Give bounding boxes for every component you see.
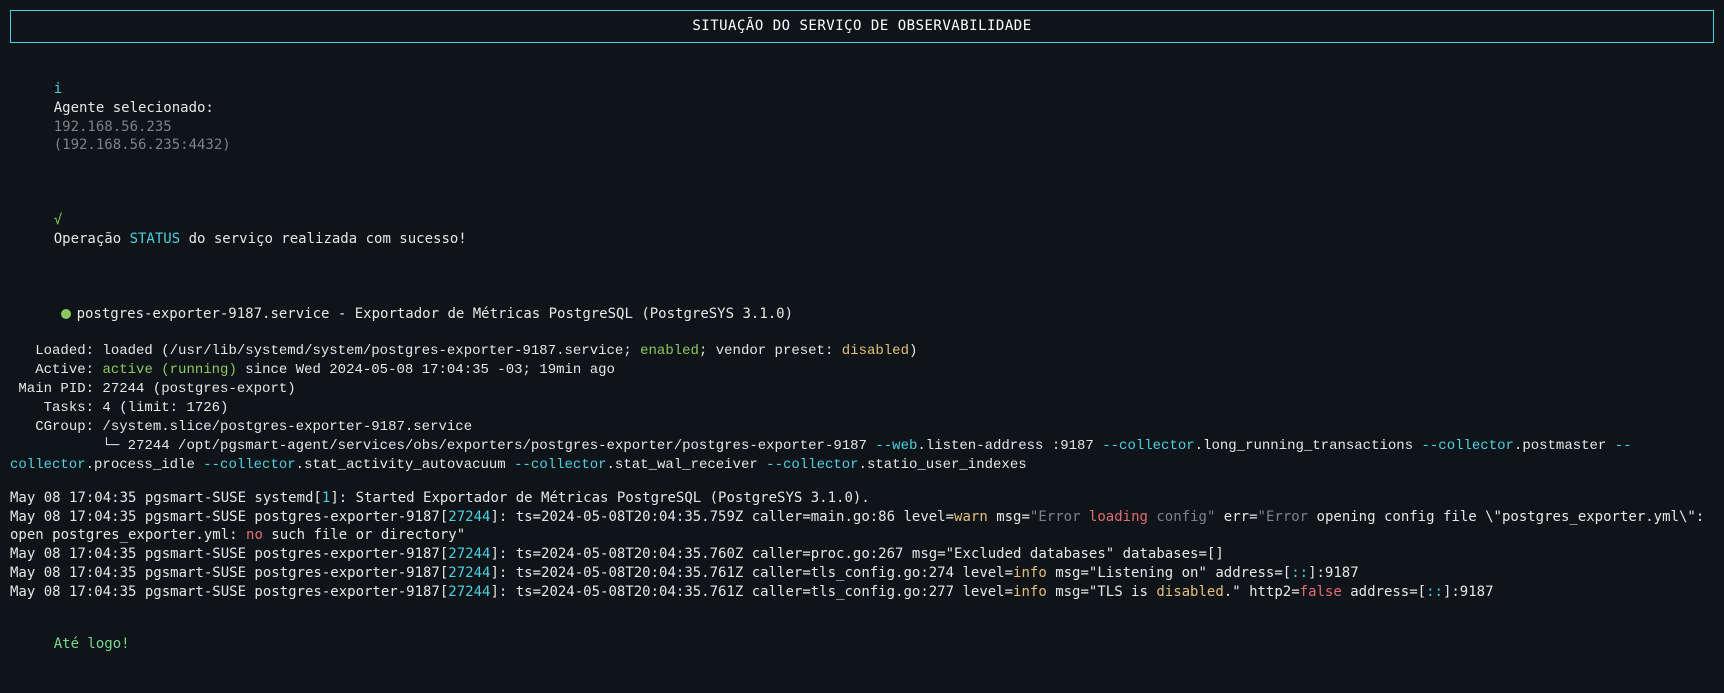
cmd-flag-key: --collector — [1422, 438, 1514, 454]
log-segment: "Error — [1030, 509, 1081, 525]
agent-line: i Agente selecionado: 192.168.56.235 (19… — [20, 61, 1714, 174]
cmd-flag-value: .listen-address :9187 — [917, 438, 1102, 454]
tree-glyph: └─ — [10, 438, 128, 454]
log-segment: May 08 17:04:35 pgsmart-SUSE postgres-ex… — [10, 509, 448, 525]
log-segment: ." http2= — [1224, 584, 1300, 600]
log-segment: false — [1300, 584, 1342, 600]
cmd-flag-key: --collector — [514, 457, 606, 473]
log-line: May 08 17:04:35 pgsmart-SUSE postgres-ex… — [10, 583, 1714, 602]
log-segment: May 08 17:04:35 pgsmart-SUSE postgres-ex… — [10, 584, 448, 600]
log-segment: err= — [1215, 509, 1257, 525]
log-segment: ]: ts=2024-05-08T20:04:35.760Z caller=pr… — [490, 546, 1223, 562]
log-segment: msg= — [988, 509, 1030, 525]
loaded-preset: disabled — [842, 343, 909, 359]
log-segment: 27244 — [448, 509, 490, 525]
log-segment: "Error — [1258, 509, 1309, 525]
log-line: May 08 17:04:35 pgsmart-SUSE postgres-ex… — [10, 564, 1714, 583]
log-segment: msg="Listening on" address=[ — [1047, 565, 1291, 581]
loaded-enabled: enabled — [640, 343, 699, 359]
log-segment: msg="TLS is — [1047, 584, 1157, 600]
log-line: May 08 17:04:35 pgsmart-SUSE systemd[1]:… — [10, 489, 1714, 508]
loaded-suffix: ) — [909, 343, 917, 359]
active-since: since Wed 2024-05-08 17:04:35 -03; 19min… — [237, 362, 615, 378]
log-segment: May 08 17:04:35 pgsmart-SUSE postgres-ex… — [10, 546, 448, 562]
loaded-mid: ; vendor preset: — [699, 343, 842, 359]
cgroup: CGroup: /system.slice/postgres-exporter-… — [10, 419, 472, 435]
footer-line: Até logo! — [20, 616, 1714, 673]
log-segment: info — [1013, 565, 1047, 581]
service-block: postgres-exporter-9187.service - Exporta… — [10, 286, 1714, 475]
log-segment: loading — [1081, 509, 1148, 525]
agent-address: (192.168.56.235:4432) — [54, 137, 231, 153]
log-segment: address=[ — [1342, 584, 1426, 600]
log-segment: config" — [1148, 509, 1215, 525]
cmd-flag-value: .stat_wal_receiver — [607, 457, 767, 473]
log-segment: :: — [1426, 584, 1443, 600]
cmd-pid-path: 27244 /opt/pgsmart-agent/services/obs/ex… — [128, 438, 876, 454]
op-name: STATUS — [130, 231, 181, 247]
cmd-flag-key: --collector — [203, 457, 295, 473]
active-prefix: Active: — [10, 362, 102, 378]
check-icon: √ — [54, 211, 62, 230]
log-segment: warn — [954, 509, 988, 525]
log-segment: disabled — [1156, 584, 1223, 600]
log-block: May 08 17:04:35 pgsmart-SUSE systemd[1]:… — [10, 489, 1714, 602]
service-details: Loaded: loaded (/usr/lib/systemd/system/… — [10, 342, 1714, 474]
cmd-flag-key: --collector — [766, 457, 858, 473]
log-segment: May 08 17:04:35 pgsmart-SUSE systemd[ — [10, 490, 322, 506]
cmd-flag-value: .stat_activity_autovacuum — [296, 457, 514, 473]
active-state: active (running) — [102, 362, 236, 378]
cmd-flag-value: .statio_user_indexes — [859, 457, 1027, 473]
op-pre: Operação — [54, 231, 130, 247]
log-segment: ]: ts=2024-05-08T20:04:35.761Z caller=tl… — [490, 584, 1013, 600]
panel-title-text: SITUAÇÃO DO SERVIÇO DE OBSERVABILIDADE — [692, 18, 1031, 34]
log-segment: ]:9187 — [1443, 584, 1494, 600]
log-segment: :: — [1291, 565, 1308, 581]
active-dot-icon — [61, 309, 71, 319]
log-segment: May 08 17:04:35 pgsmart-SUSE postgres-ex… — [10, 565, 448, 581]
log-segment: info — [1013, 584, 1047, 600]
log-segment: no — [246, 527, 263, 543]
operation-status-line: √ Operação STATUS do serviço realizada c… — [20, 192, 1714, 268]
service-desc: - Exportador de Métricas PostgreSQL (Pos… — [329, 306, 793, 322]
service-header-line: postgres-exporter-9187.service - Exporta… — [10, 286, 1714, 343]
goodbye-text: Até logo! — [54, 636, 130, 652]
log-line: May 08 17:04:35 pgsmart-SUSE postgres-ex… — [10, 545, 1714, 564]
log-line: May 08 17:04:35 pgsmart-SUSE postgres-ex… — [10, 508, 1714, 546]
cmd-flag-key: --web — [875, 438, 917, 454]
agent-ip: 192.168.56.235 — [54, 119, 172, 135]
log-segment: 27244 — [448, 584, 490, 600]
loaded-prefix: Loaded: loaded (/usr/lib/systemd/system/… — [10, 343, 640, 359]
cmd-flag-value: .long_running_transactions — [1195, 438, 1422, 454]
main-pid: Main PID: 27244 (postgres-export) — [10, 381, 296, 397]
log-segment: ]: Started Exportador de Métricas Postgr… — [330, 490, 869, 506]
log-segment: ]: ts=2024-05-08T20:04:35.761Z caller=tl… — [490, 565, 1013, 581]
terminal-output: SITUAÇÃO DO SERVIÇO DE OBSERVABILIDADE i… — [0, 0, 1724, 693]
log-segment: ]:9187 — [1308, 565, 1359, 581]
log-segment: 27244 — [448, 546, 490, 562]
cmd-flag-value: .process_idle — [86, 457, 204, 473]
tasks: Tasks: 4 (limit: 1726) — [10, 400, 228, 416]
agent-label: Agente selecionado: — [54, 100, 214, 116]
cmd-flag-key: --collector — [1102, 438, 1194, 454]
log-segment: ]: ts=2024-05-08T20:04:35.759Z caller=ma… — [490, 509, 954, 525]
log-segment: such file or directory" — [263, 527, 465, 543]
cmd-flag-value: .postmaster — [1514, 438, 1615, 454]
info-icon: i — [54, 81, 62, 97]
op-post: do serviço realizada com sucesso! — [180, 231, 467, 247]
service-name: postgres-exporter-9187.service — [77, 306, 330, 322]
log-segment: 27244 — [448, 565, 490, 581]
panel-title: SITUAÇÃO DO SERVIÇO DE OBSERVABILIDADE — [10, 10, 1714, 43]
